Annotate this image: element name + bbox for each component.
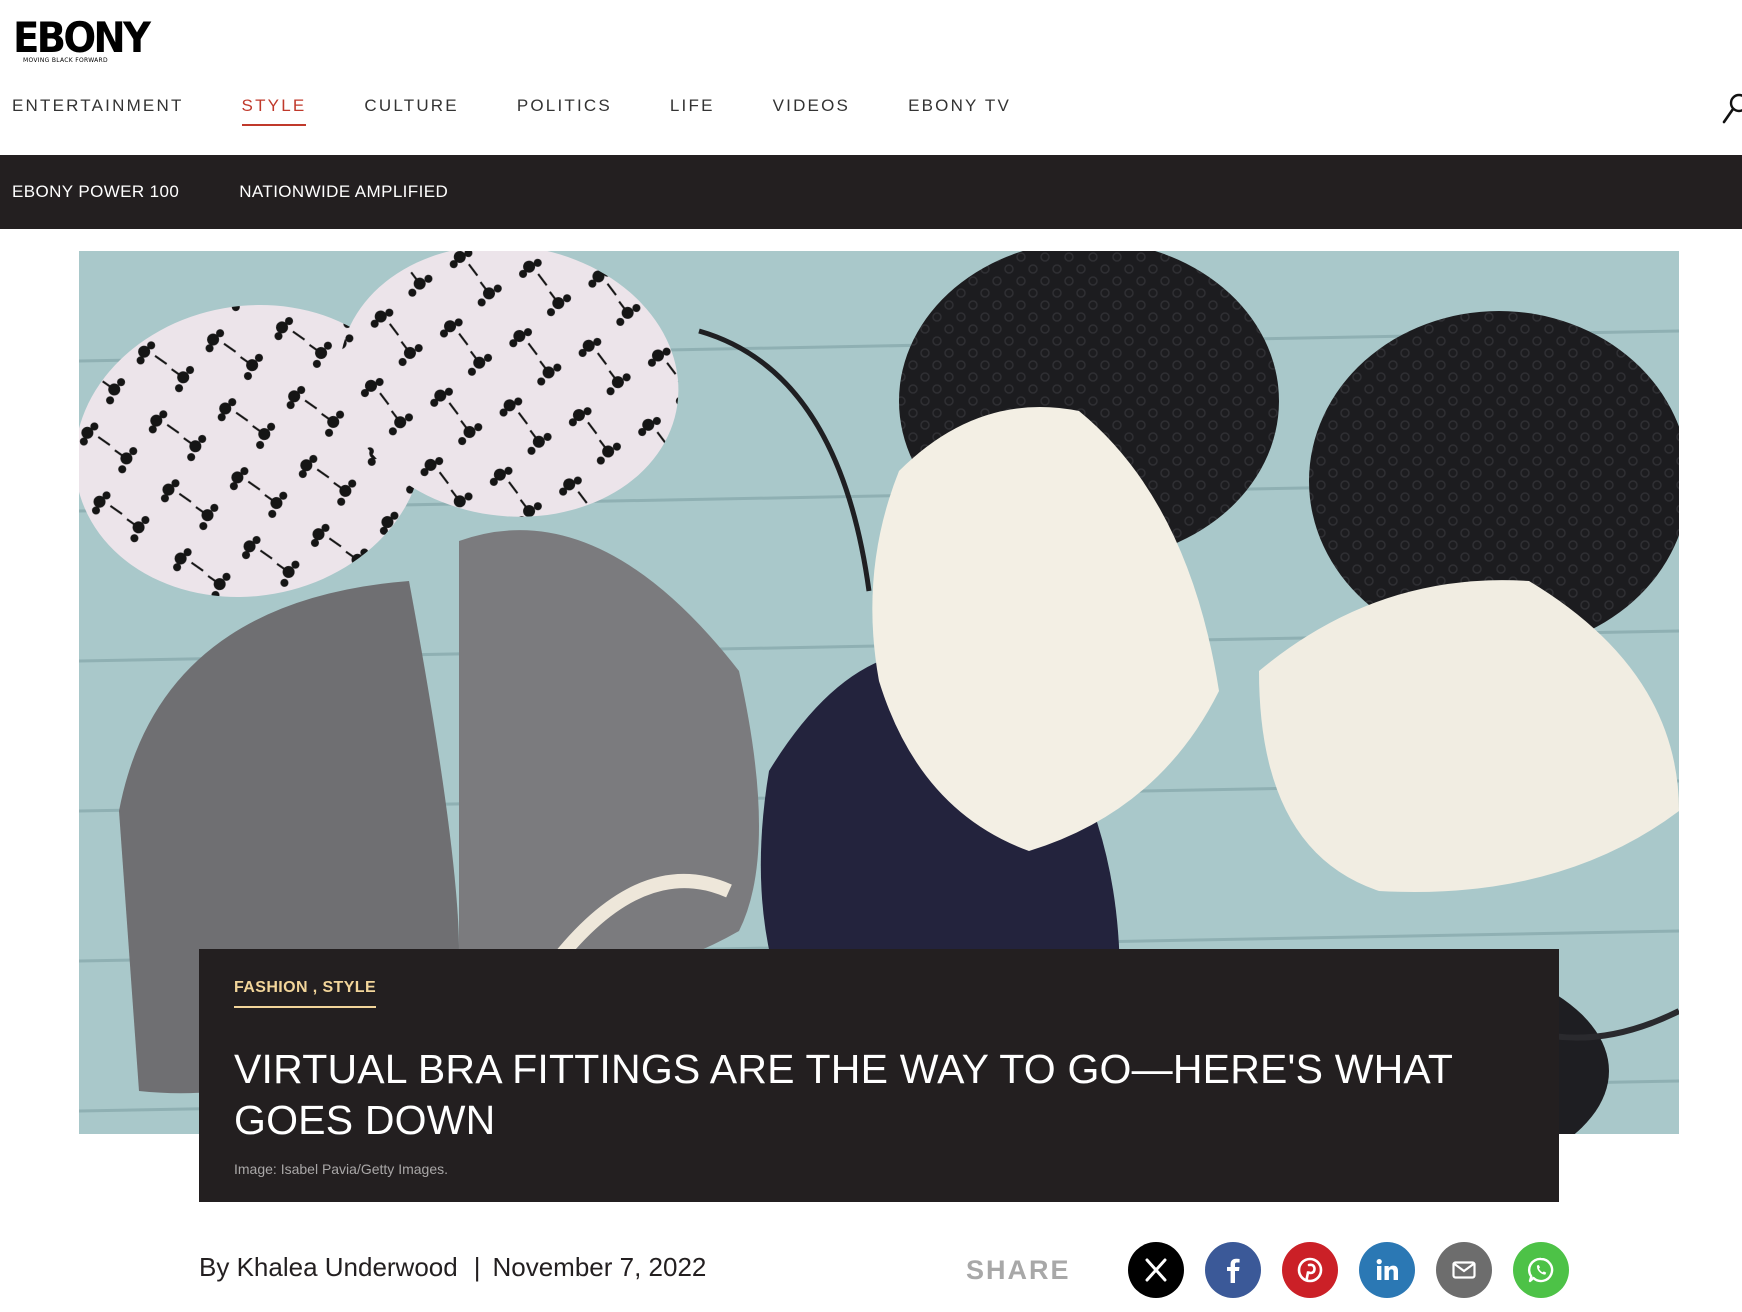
share-x-button[interactable] <box>1128 1242 1184 1298</box>
share-email-button[interactable] <box>1436 1242 1492 1298</box>
logo-tagline: MOVING BLACK FORWARD <box>23 57 108 64</box>
share-pinterest-button[interactable] <box>1282 1242 1338 1298</box>
article-title-box: FASHION , STYLE VIRTUAL BRA FITTINGS ARE… <box>199 949 1559 1202</box>
main-nav: ENTERTAINMENT STYLE CULTURE POLITICS LIF… <box>12 96 1069 126</box>
category-fashion-link[interactable]: FASHION <box>234 979 308 996</box>
nav-item-politics[interactable]: POLITICS <box>517 96 612 126</box>
nav-item-culture[interactable]: CULTURE <box>364 96 458 126</box>
image-caption: Image: Isabel Pavia/Getty Images. <box>234 1161 448 1177</box>
share-label: SHARE <box>966 1255 1071 1285</box>
logo-wordmark: EBONY <box>13 13 151 62</box>
search-button[interactable] <box>1722 92 1742 128</box>
linkedin-icon <box>1376 1259 1398 1280</box>
sub-nav: EBONY POWER 100 NATIONWIDE AMPLIFIED <box>0 155 1742 229</box>
article-headline: VIRTUAL BRA FITTINGS ARE THE WAY TO GO—H… <box>234 1046 1453 1143</box>
category-style-link[interactable]: STYLE <box>322 979 376 996</box>
nav-item-entertainment[interactable]: ENTERTAINMENT <box>12 96 184 126</box>
subnav-item-power-100[interactable]: EBONY POWER 100 <box>12 182 179 202</box>
nav-item-life[interactable]: LIFE <box>670 96 715 126</box>
nav-item-ebony-tv[interactable]: EBONY TV <box>908 96 1011 126</box>
category-links: FASHION , STYLE <box>234 979 377 1008</box>
whatsapp-icon <box>1527 1257 1554 1283</box>
byline-separator: | <box>473 1252 481 1282</box>
search-icon <box>1722 93 1742 124</box>
facebook-icon <box>1227 1258 1240 1283</box>
subnav-item-nationwide-amplified[interactable]: NATIONWIDE AMPLIFIED <box>239 182 448 202</box>
share-whatsapp-button[interactable] <box>1513 1242 1569 1298</box>
ebony-logo[interactable]: EBONY MOVING BLACK FORWARD <box>13 13 151 66</box>
share-buttons <box>1128 1242 1590 1298</box>
share-linkedin-button[interactable] <box>1359 1242 1415 1298</box>
email-icon <box>1452 1261 1476 1279</box>
share-facebook-button[interactable] <box>1205 1242 1261 1298</box>
author-name: By Khalea Underwood <box>199 1252 458 1282</box>
article-byline: By Khalea Underwood | November 7, 2022 <box>199 1252 706 1283</box>
category-separator: , <box>307 979 323 996</box>
nav-item-style[interactable]: STYLE <box>241 96 307 126</box>
pinterest-icon <box>1297 1257 1323 1283</box>
publish-date: November 7, 2022 <box>492 1252 707 1282</box>
x-icon <box>1145 1258 1167 1282</box>
nav-item-videos[interactable]: VIDEOS <box>773 96 850 126</box>
